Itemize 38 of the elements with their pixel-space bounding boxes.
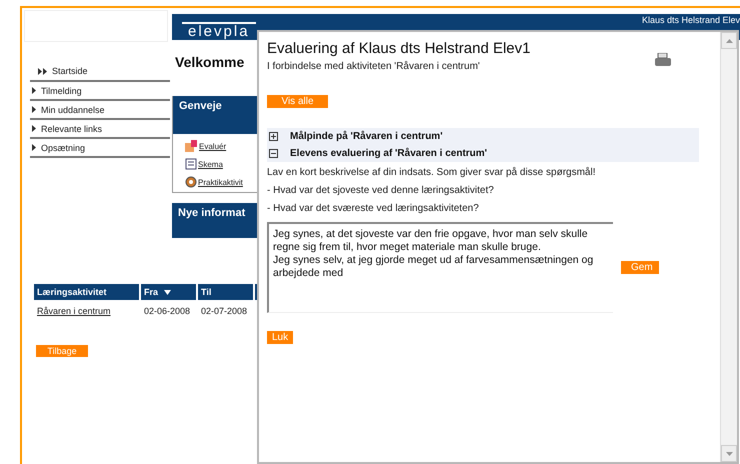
calendar-icon [185, 158, 197, 170]
nav-item[interactable]: Min uddannelse [30, 101, 170, 120]
section-header[interactable]: Elevens evaluering af 'Råvaren i centrum' [267, 145, 699, 162]
shortcut-link[interactable]: Praktikaktivit [185, 176, 257, 188]
welcome-heading: Velkomme [175, 54, 244, 70]
nav-item[interactable]: Opsætning [30, 139, 170, 158]
dialog-subtitle: I forbindelse med aktiviteten 'Råvaren i centrum' [267, 61, 481, 72]
column-header[interactable]: Fra [141, 284, 196, 300]
arrow-icon [32, 87, 37, 94]
activity-link[interactable]: Råvaren i centrum [34, 300, 139, 323]
instruction-text: - Hvad var det sværeste ved læringsaktiviteten? [267, 202, 480, 216]
scroll-down-icon[interactable] [726, 452, 732, 456]
arrow-icon [32, 106, 37, 113]
instruction-text: Lav en kort beskrivelse af din indsats. Som giver svar på disse spørgsmål! [267, 166, 596, 180]
section-header[interactable]: Målpinde på 'Råvaren i centrum' [267, 128, 699, 145]
scrollbar[interactable] [720, 32, 737, 462]
table-cell-text: 02-07-2008 [200, 305, 248, 318]
panel-title: Genveje [173, 96, 257, 134]
nav-item[interactable]: Startside [30, 62, 170, 82]
printer-icon[interactable] [655, 53, 671, 67]
logo: elevpla [182, 22, 256, 40]
dialog-title: Evaluering af Klaus dts Helstrand Elev1 [267, 40, 532, 57]
column-header[interactable]: Til [198, 284, 253, 300]
shortcut-link[interactable]: Skema [185, 158, 257, 170]
nav-item[interactable]: Tilmelding [30, 82, 170, 101]
answer-field[interactable]: Jeg synes, at det sjoveste var den frie opgave, hvor man selv skulle regne sig frem til, hvor meget materiale man skulle bruge. Jeg synes selv, at jeg gjorde meget ud af farvesammensætningen og arbejdede med [267, 222, 613, 313]
document-icon [185, 140, 198, 152]
double-arrow-icon [38, 68, 48, 74]
news-panel: Nye informat [172, 203, 257, 238]
nav-item[interactable]: Relevante links [30, 120, 170, 139]
table-cell-text: 02-06-2008 [143, 305, 192, 318]
gear-icon [185, 176, 197, 188]
instruction-text: - Hvad var det sjoveste ved denne læringsaktivitet? [267, 184, 495, 198]
arrow-icon [32, 125, 37, 132]
column-header[interactable]: Læringsaktivitet [34, 284, 139, 300]
shortcut-link[interactable]: Evaluér [185, 140, 257, 152]
sort-down-icon [164, 290, 172, 294]
arrow-icon [32, 144, 37, 151]
